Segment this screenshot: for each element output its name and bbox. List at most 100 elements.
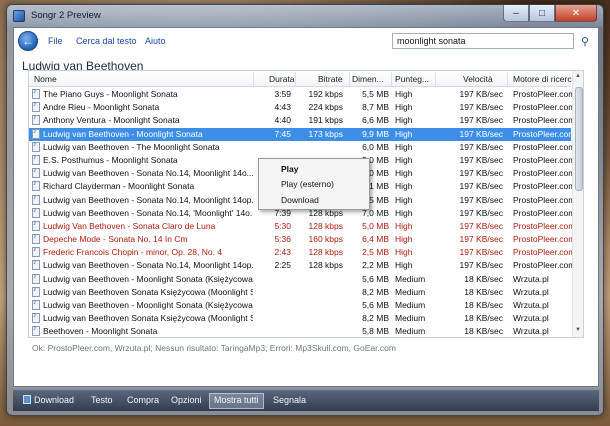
cell-pun: High (395, 234, 413, 245)
table-row[interactable]: Ludwig van Beethoven - Moonlight Sonata … (29, 273, 571, 286)
minimize-button[interactable]: – (503, 5, 529, 22)
search-button[interactable]: ⚲ (577, 33, 593, 49)
column-divider[interactable] (391, 72, 392, 86)
table-row[interactable]: Ludwig van Beethoven Sonata Księżycowa (… (29, 312, 571, 325)
table-row[interactable]: Ludwig van Beethoven - Moonlight Sonata … (29, 299, 571, 312)
cell-name: Anthony Ventura - Moonlight Sonata (43, 115, 180, 126)
minimize-icon: – (513, 7, 519, 19)
cell-mot: ProstoPleer.com (513, 154, 573, 165)
back-button[interactable]: ← (18, 31, 38, 51)
show-all-button[interactable]: Mostra tutti (209, 393, 264, 409)
column-divider[interactable] (435, 72, 436, 86)
cell-dur: 3:59 (274, 89, 291, 99)
menu-search-text[interactable]: Cerca dal testo (76, 36, 137, 46)
music-file-icon (32, 325, 40, 337)
cell-vel: 197 KB/sec (459, 220, 503, 231)
cell-mot: Wrzuta.pl (513, 273, 549, 284)
column-name[interactable]: Nome (34, 74, 57, 84)
cell-vel: 197 KB/sec (459, 207, 503, 218)
table-row[interactable]: Depeche Mode - Sonata No. 14 In Cm 5:36 16… (29, 233, 573, 246)
column-divider[interactable] (253, 72, 254, 86)
menu-file[interactable]: File (48, 36, 63, 46)
table-row[interactable]: Frederic Francois Chopin - minor, Op. 28… (29, 246, 573, 259)
music-file-icon (32, 273, 40, 284)
cell-bit: 128 kbps (308, 220, 344, 231)
cell-mot: ProstoPleer.com (513, 115, 573, 126)
cell-dim: 9,9 MB (362, 128, 389, 139)
music-file-icon (32, 128, 40, 139)
table-row[interactable]: Ludwig van Beethoven - Sonata No.14, Moo… (29, 259, 573, 272)
table-row[interactable]: Ludwig van Beethoven Sonata Księżycowa (… (29, 286, 571, 299)
close-icon: ✕ (571, 7, 581, 19)
table-row[interactable]: Andre Rieu - Moonlight Sonata 4:43 224 kbp… (29, 101, 573, 114)
column-divider[interactable] (295, 72, 296, 86)
cell-vel: 197 KB/sec (459, 168, 503, 179)
scroll-up-icon[interactable]: ▲ (575, 73, 581, 79)
cell-mot: ProstoPleer.com (513, 260, 573, 271)
cell-dim: 2,5 MB (362, 247, 389, 258)
cell-pun: Medium (395, 313, 426, 324)
column-divider[interactable] (507, 72, 508, 86)
cell-mot: ProstoPleer.com (513, 194, 573, 205)
cell-pun: High (395, 181, 413, 192)
column-duration[interactable]: Durata (269, 74, 295, 84)
buy-button[interactable]: Compra (123, 394, 163, 408)
table-row[interactable]: The Piano Guys - Moonlight Sonata 3:59 192… (29, 88, 573, 101)
cell-vel: 197 KB/sec (459, 89, 503, 99)
context-play-external[interactable]: Play (esterno) (281, 179, 334, 189)
table-row[interactable]: Anthony Ventura - Moonlight Sonata 4:40 19… (29, 114, 573, 127)
cell-mot: ProstoPleer.com (513, 89, 573, 99)
close-button[interactable]: ✕ (555, 5, 597, 22)
maximize-button[interactable]: □ (529, 5, 555, 22)
column-divider[interactable] (349, 72, 350, 86)
music-file-icon (32, 114, 40, 126)
cell-name: Ludwig van Beethoven - Moonlight Sonata (43, 128, 203, 139)
download-button[interactable]: Download (19, 394, 78, 408)
column-score[interactable]: Punteg... (395, 74, 429, 84)
cell-mot: ProstoPleer.com (513, 141, 573, 152)
cell-pun: High (395, 115, 413, 126)
column-bitrate[interactable]: Bitrate (318, 74, 343, 84)
result-rows: The Piano Guys - Moonlight Sonata 3:59 192… (29, 88, 573, 337)
menu-bar: ← File Cerca dal testo Aiuto moonlight s… (14, 28, 598, 54)
cell-name: Ludwig Van Bethoven - Sonata Claro de Lu… (43, 220, 216, 231)
cell-pun: Medium (395, 273, 426, 284)
cell-dim: 8,7 MB (362, 102, 389, 113)
cell-dur: 4:40 (274, 115, 291, 126)
cell-dim: 2,2 MB (362, 260, 389, 271)
cell-vel: 18 KB/sec (464, 300, 503, 310)
search-icon: ⚲ (580, 35, 590, 48)
title-bar[interactable]: Songr 2 Preview – □ ✕ (7, 5, 603, 27)
cell-bit: 192 kbps (308, 89, 344, 99)
table-row[interactable]: Ludwig van Beethoven - Moonlight Sonata 7… (29, 127, 573, 141)
lyrics-button[interactable]: Testo (87, 394, 117, 408)
music-file-icon (32, 299, 40, 310)
scrollbar-thumb[interactable] (575, 87, 583, 191)
cell-vel: 197 KB/sec (459, 194, 503, 205)
cell-bit: 128 kbps (308, 247, 344, 258)
cell-dim: 5,0 MB (362, 220, 389, 231)
table-row[interactable]: Ludwig van Beethoven - The Moonlight Son… (29, 141, 573, 154)
cell-vel: 197 KB/sec (459, 102, 503, 113)
menu-help[interactable]: Aiuto (145, 36, 166, 46)
context-play[interactable]: Play (281, 164, 299, 174)
cell-vel: 18 KB/sec (464, 273, 503, 284)
vertical-scrollbar[interactable]: ▲ ▼ (572, 71, 583, 337)
column-speed[interactable]: Velocità (463, 74, 493, 84)
table-row[interactable]: Beethoven - Moonlight Sonata 5,8 MB Medium… (29, 325, 571, 337)
music-file-icon (32, 88, 40, 99)
search-input[interactable]: moonlight sonata (392, 33, 574, 49)
cell-dim: 6,6 MB (362, 115, 389, 126)
options-button[interactable]: Opzioni (167, 394, 206, 408)
column-size[interactable]: Dimen... (352, 74, 384, 84)
context-download[interactable]: Download (281, 195, 319, 205)
column-search-engine[interactable]: Motore di ricerca (513, 74, 576, 84)
cell-vel: 18 KB/sec (464, 326, 503, 337)
context-menu: Play Play (esterno) Download (258, 158, 370, 210)
report-button[interactable]: Segnala (269, 394, 310, 408)
music-file-icon (32, 220, 40, 231)
cell-name: The Piano Guys - Moonlight Sonata (43, 89, 178, 99)
cell-pun: High (395, 194, 413, 205)
scroll-down-icon[interactable]: ▼ (575, 327, 581, 333)
table-row[interactable]: Ludwig Van Bethoven - Sonata Claro de Lu… (29, 220, 573, 233)
